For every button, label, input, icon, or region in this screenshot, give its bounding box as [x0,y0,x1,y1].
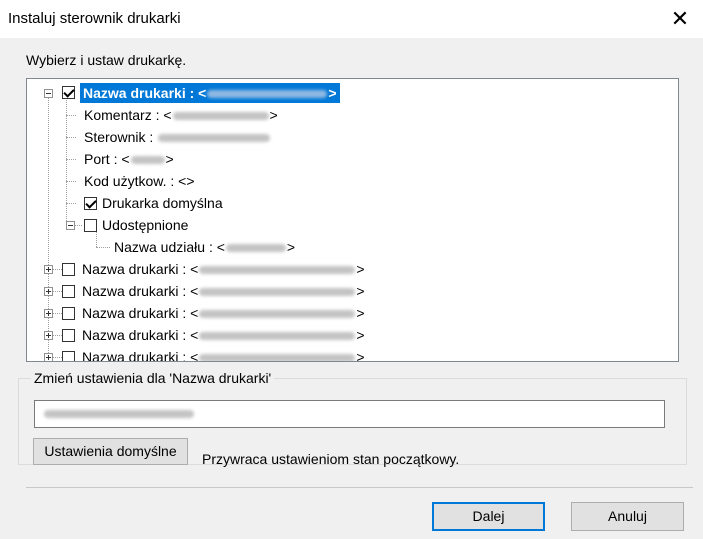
printer-label: Nazwa drukarki : < [82,349,199,362]
user-code-node[interactable]: Kod użytkow. : <> [84,171,195,191]
port-node[interactable]: Port : < > [84,149,174,169]
tree-connector [48,93,49,359]
cancel-button[interactable]: Anuluj [571,502,684,531]
instruction-text: Wybierz i ustaw drukarkę. [26,52,187,68]
printer-tree[interactable]: Nazwa drukarki : < > Komentarz : < > Stero… [26,78,679,362]
printer-node[interactable]: Nazwa drukarki : < > [82,347,365,362]
printer-node[interactable]: Nazwa drukarki : < > [82,281,365,301]
printer-node[interactable]: Nazwa drukarki : < > [82,325,365,345]
close-angle: > [328,85,337,101]
comment-label: Komentarz : < [84,107,172,123]
printer-checkbox[interactable] [62,307,75,320]
dialog-body: Wybierz i ustaw drukarkę. Nazwa drukarki… [0,38,703,539]
printer-checkbox[interactable] [62,351,75,361]
separator [26,487,693,488]
shared-node[interactable]: Udostępnione [102,215,188,235]
close-angle: > [269,107,278,123]
default-settings-button[interactable]: Ustawienia domyślne [33,438,188,465]
settings-group-label: Zmień ustawienia dla 'Nazwa drukarki' [31,370,275,386]
driver-label: Sterownik : [84,129,158,145]
default-printer-label: Drukarka domyślna [102,195,223,211]
close-angle: > [356,327,365,343]
shared-label: Udostępnione [102,217,189,233]
window-title: Instaluj sterownik drukarki [8,10,181,27]
default-printer-checkbox[interactable] [84,197,97,210]
redacted-text [158,134,271,143]
redacted-text [225,244,286,253]
printer-node[interactable]: Nazwa drukarki : < > [82,259,365,279]
expand-icon[interactable] [44,265,53,274]
printer-label: Nazwa drukarki : < [82,327,199,343]
redacted-text [172,112,269,121]
comment-node[interactable]: Komentarz : < > [84,105,278,125]
tree-connector [96,247,110,248]
tree-connector [66,181,76,182]
redacted-text [44,410,194,418]
driver-node[interactable]: Sterownik : [84,127,271,147]
close-angle: > [356,283,365,299]
tree-connector [66,159,76,160]
printer-checkbox[interactable] [62,86,75,99]
printer-checkbox[interactable] [62,285,75,298]
close-angle: > [286,239,296,255]
tree-connector [66,115,76,116]
share-name-label: Nazwa udziału : < [114,239,225,255]
default-settings-note: Przywraca ustawieniom stan początkowy. [202,451,460,467]
printer-label: Nazwa drukarki : < [82,305,199,321]
printer-node-selected[interactable]: Nazwa drukarki : < > [80,83,340,103]
expand-icon[interactable] [44,331,53,340]
printer-node[interactable]: Nazwa drukarki : < > [82,303,365,323]
redacted-text [199,266,356,275]
expand-icon[interactable] [44,309,53,318]
redacted-text [199,354,356,361]
redacted-text [199,332,356,341]
close-angle: > [165,151,174,167]
printer-label: Nazwa drukarki : < [82,283,199,299]
close-angle: > [356,261,365,277]
shared-checkbox[interactable] [84,219,97,232]
collapse-icon[interactable] [66,221,75,230]
collapse-icon[interactable] [44,89,53,98]
expand-icon[interactable] [44,287,53,296]
close-angle: > [356,349,365,362]
close-icon[interactable]: ✕ [657,0,703,38]
printer-checkbox[interactable] [62,263,75,276]
next-button[interactable]: Dalej [432,502,545,531]
port-label: Port : < [84,151,130,167]
tree-connector [66,137,76,138]
printer-label: Nazwa drukarki : < [82,261,199,277]
title-bar: Instaluj sterownik drukarki ✕ [0,0,703,38]
expand-icon[interactable] [44,353,53,361]
redacted-text [199,310,356,319]
default-printer-node[interactable]: Drukarka domyślna [102,193,223,213]
redacted-text [207,90,328,99]
user-code-label: Kod użytkow. : <> [84,173,195,189]
share-name-node[interactable]: Nazwa udziału : < > [114,237,295,257]
redacted-text [199,288,356,297]
close-angle: > [356,305,365,321]
printer-label: Nazwa drukarki : < [83,85,207,101]
printer-checkbox[interactable] [62,329,75,342]
tree-connector [96,231,97,247]
tree-connector [66,203,76,204]
printer-name-field[interactable] [34,400,665,428]
redacted-text [130,156,165,165]
